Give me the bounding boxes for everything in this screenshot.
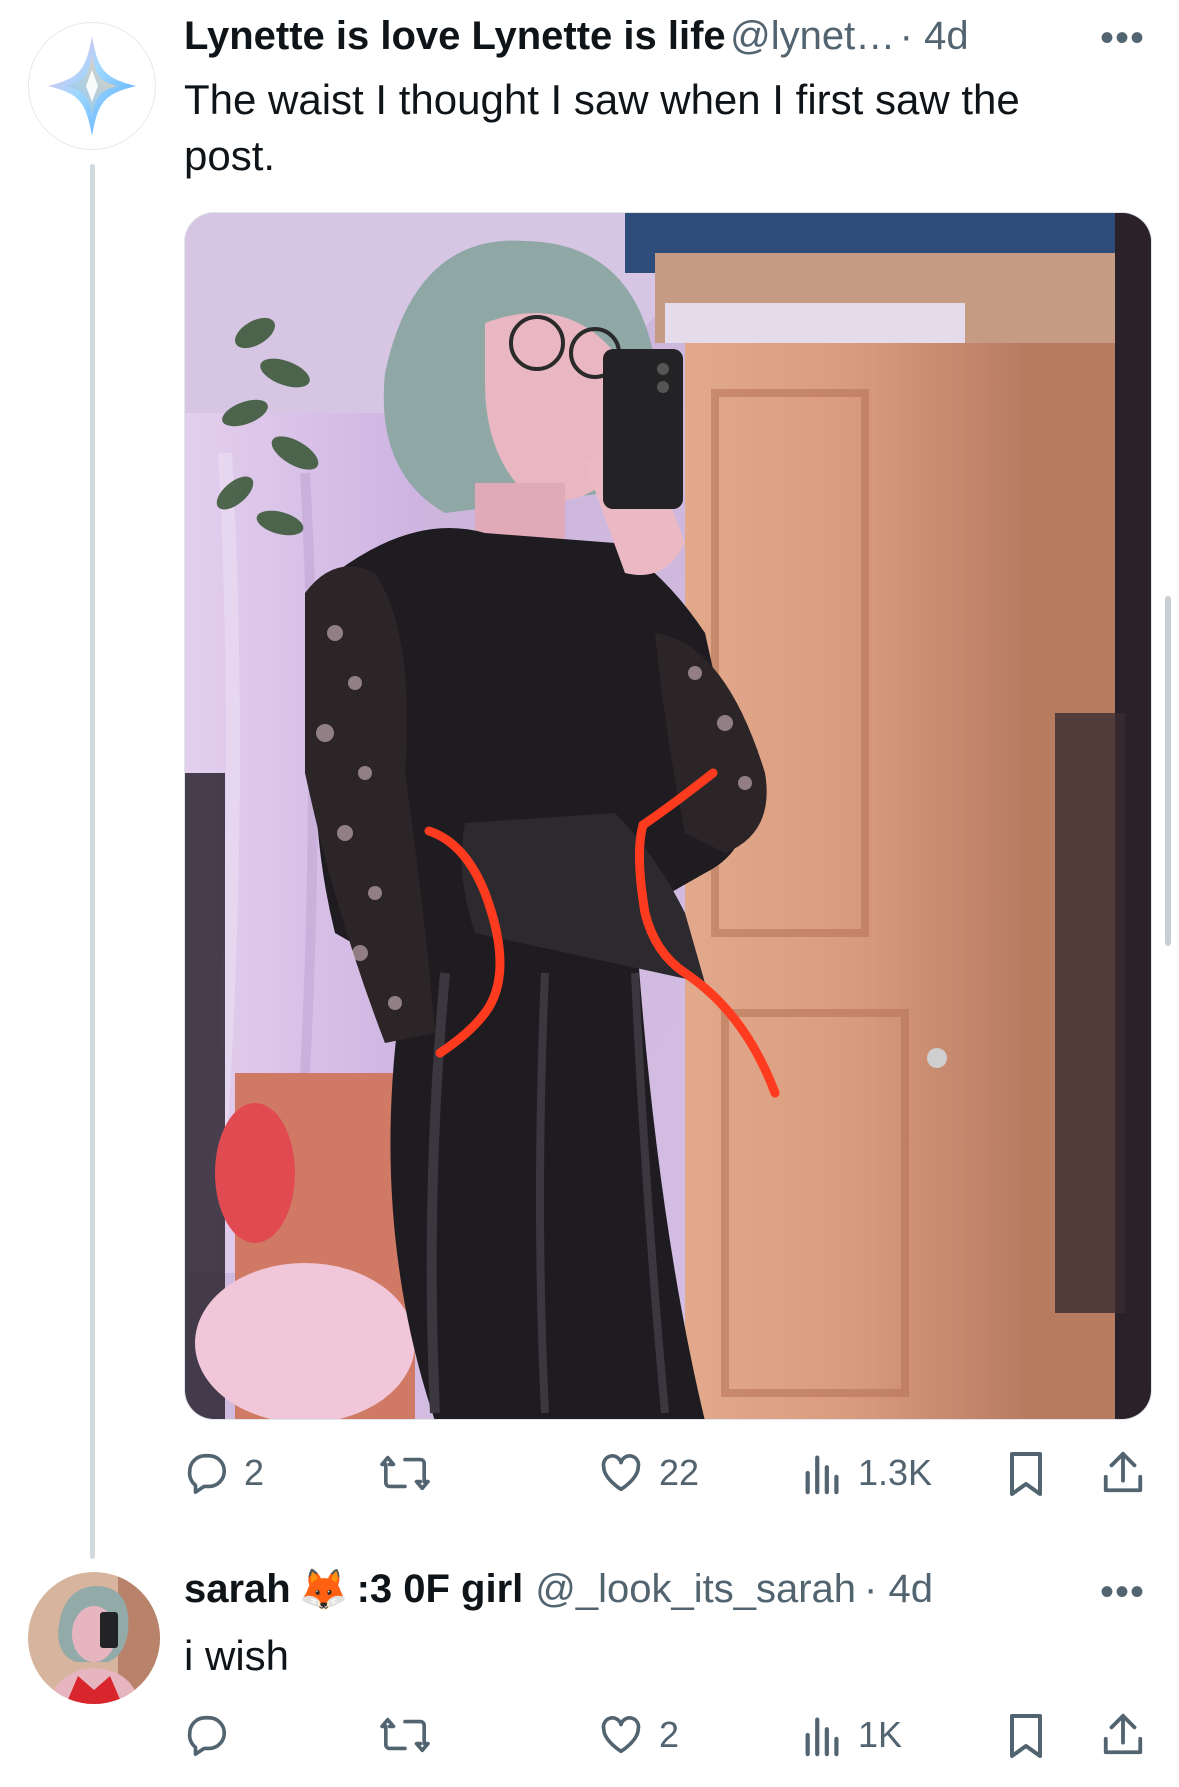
tweet-text: The waist I thought I saw when I first s… bbox=[184, 76, 1020, 179]
more-options-icon[interactable]: ••• bbox=[1100, 16, 1145, 61]
fox-emoji-icon: 🦊 bbox=[298, 1568, 349, 1612]
handle[interactable]: @_look_its_sarah bbox=[535, 1567, 856, 1612]
view-count: 1K bbox=[858, 1714, 903, 1755]
reply-icon bbox=[187, 1715, 226, 1756]
timestamp[interactable]: · 4d bbox=[864, 1567, 933, 1612]
tweet-photo[interactable] bbox=[184, 212, 1152, 1420]
avatar[interactable] bbox=[28, 22, 156, 150]
heart-icon bbox=[601, 1454, 641, 1492]
reply-count: 2 bbox=[244, 1452, 265, 1493]
timestamp[interactable]: · 4d bbox=[900, 14, 969, 58]
analytics-icon bbox=[805, 1455, 839, 1495]
views-button[interactable]: 1.3K bbox=[802, 1450, 932, 1496]
display-name[interactable]: sarah bbox=[184, 1567, 291, 1612]
avatar-image bbox=[28, 1572, 160, 1704]
view-count: 1.3K bbox=[858, 1452, 933, 1493]
heart-icon bbox=[601, 1716, 641, 1754]
like-count: 2 bbox=[659, 1714, 680, 1755]
mirror-selfie-image bbox=[185, 213, 1151, 1419]
repost-button[interactable] bbox=[378, 1450, 432, 1496]
handle[interactable]: @lynet… bbox=[730, 14, 895, 58]
like-button[interactable]: 22 bbox=[597, 1450, 699, 1496]
tweet-header: sarah 🦊 :3 0F girl @_look_its_sarah · 4d bbox=[184, 1566, 933, 1613]
reply-button[interactable]: 2 bbox=[184, 1450, 264, 1496]
more-options-icon[interactable]: ••• bbox=[1100, 1570, 1145, 1615]
reply-icon bbox=[187, 1453, 226, 1494]
repost-icon bbox=[380, 1717, 430, 1753]
display-name-suffix[interactable]: :3 0F girl bbox=[357, 1567, 524, 1612]
display-name[interactable]: Lynette is love Lynette is life bbox=[184, 14, 726, 58]
views-button[interactable]: 1K bbox=[802, 1712, 902, 1758]
like-count: 22 bbox=[659, 1452, 700, 1493]
share-button[interactable] bbox=[1100, 1710, 1146, 1760]
star-logo-icon bbox=[48, 36, 136, 136]
tweet-header: Lynette is love Lynette is life @lynet… … bbox=[184, 14, 969, 59]
thread-line bbox=[90, 164, 95, 1559]
tweet-text: i wish bbox=[184, 1632, 290, 1679]
repost-icon bbox=[380, 1455, 430, 1491]
share-button[interactable] bbox=[1100, 1448, 1146, 1498]
analytics-icon bbox=[805, 1717, 839, 1757]
scrollbar[interactable] bbox=[1165, 596, 1171, 946]
bookmark-button[interactable] bbox=[1005, 1712, 1047, 1760]
share-icon bbox=[1103, 1713, 1143, 1755]
share-icon bbox=[1103, 1451, 1143, 1493]
reply-button[interactable] bbox=[184, 1712, 230, 1758]
bookmark-icon bbox=[1010, 1452, 1042, 1496]
bookmark-icon bbox=[1010, 1714, 1042, 1758]
bookmark-button[interactable] bbox=[1005, 1450, 1047, 1498]
avatar[interactable] bbox=[28, 1572, 160, 1704]
repost-button[interactable] bbox=[378, 1712, 432, 1758]
like-button[interactable]: 2 bbox=[597, 1712, 679, 1758]
